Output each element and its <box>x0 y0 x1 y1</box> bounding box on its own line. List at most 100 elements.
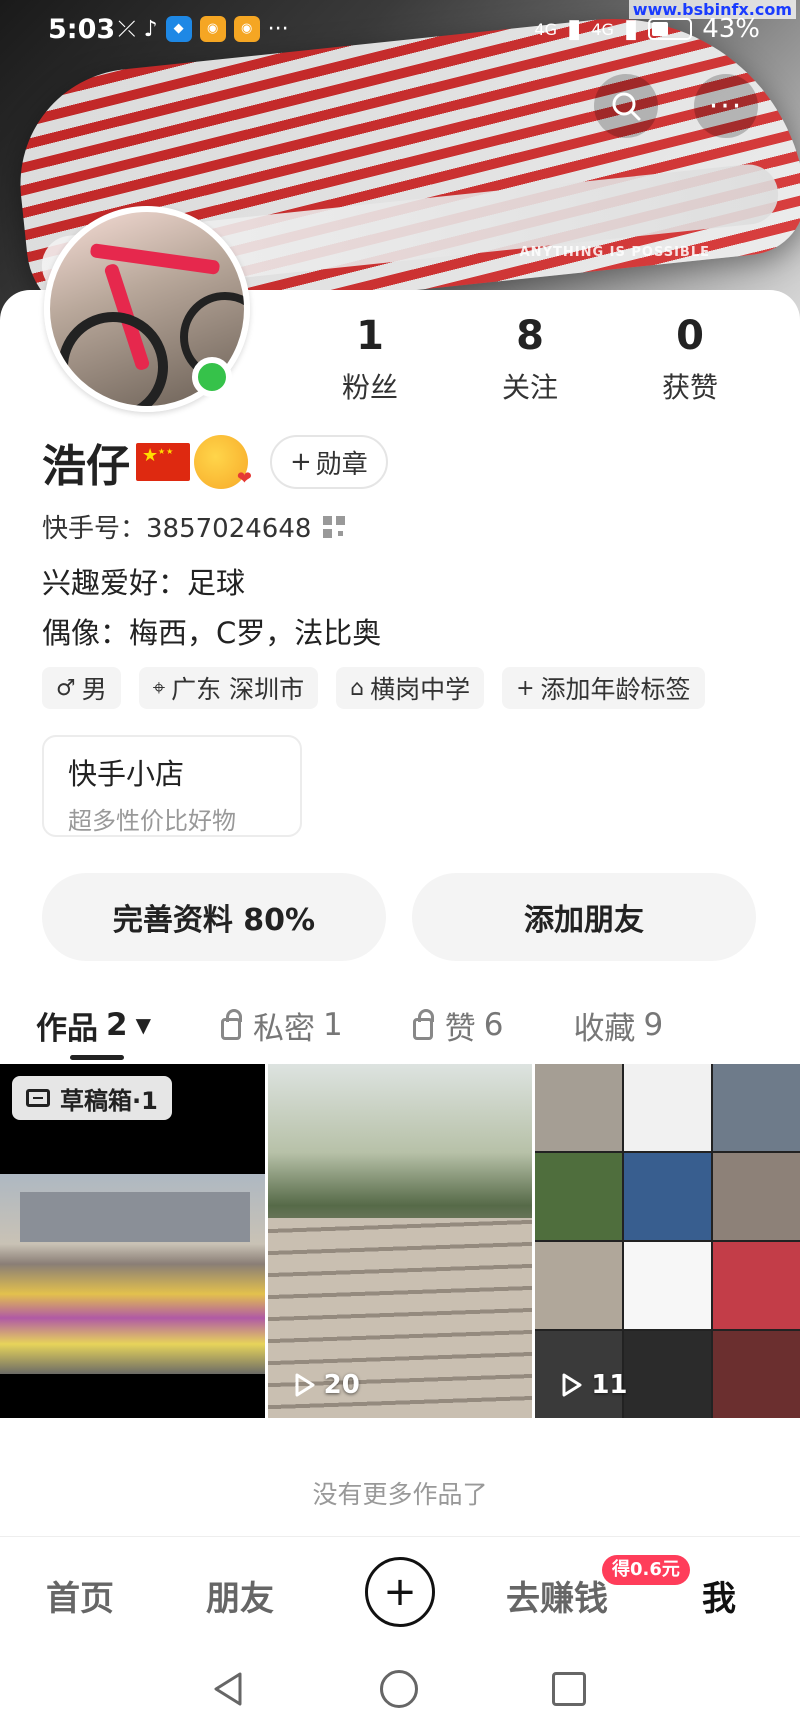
qrcode-icon[interactable] <box>323 515 346 538</box>
collage-tile <box>535 1153 623 1240</box>
shop-subtitle: 超多性价比好物 <box>68 807 236 835</box>
more-button[interactable]: ··· <box>694 74 758 138</box>
stat-followers[interactable]: 1 粉丝 <box>290 310 450 406</box>
nav-friends[interactable]: 朋友 <box>206 1571 274 1620</box>
play-icon <box>294 1372 316 1398</box>
tab-favorites[interactable]: 收藏 9 <box>573 1003 663 1048</box>
missed-call-icon: ⤫ <box>118 16 136 42</box>
nav-earn[interactable]: 去赚钱 <box>506 1571 608 1620</box>
tiktok-icon: ♪ <box>143 16 158 42</box>
tab-liked[interactable]: 赞 6 <box>412 1003 504 1048</box>
collage-tile <box>713 1331 800 1418</box>
draft-box-label: 草稿箱·1 <box>60 1086 158 1115</box>
tab-private-label: 私密 <box>252 1010 315 1047</box>
work-item-stairs[interactable]: 20 <box>267 1064 533 1418</box>
nav-me[interactable]: 我 <box>702 1571 736 1620</box>
more-icon: ··· <box>708 88 744 124</box>
shop-title: 快手小店 <box>68 757 185 791</box>
bottom-nav: 首页 朋友 + 去赚钱 得0.6元 我 <box>0 1536 800 1646</box>
tag-school[interactable]: ⌂ 横岗中学 <box>336 667 485 709</box>
tab-private-count: 1 <box>322 1007 343 1043</box>
tag-school-label: 横岗中学 <box>370 675 471 704</box>
bio-idol: 偶像：梅西，C罗，法比奥 <box>42 616 382 650</box>
lock-icon <box>220 1009 242 1040</box>
kuaishou-id-text: 快手号：3857024648 <box>42 514 312 544</box>
active-tab-indicator <box>70 1055 124 1060</box>
tab-works[interactable]: 作品 2 ▼ <box>36 1003 151 1048</box>
likes-label: 获赞 <box>661 371 718 404</box>
tag-location-label: 广东 深圳市 <box>171 675 305 704</box>
avatar-bike-wheel <box>58 312 168 406</box>
male-icon: ♂ <box>56 675 76 701</box>
tab-private[interactable]: 私密 1 <box>220 1003 343 1048</box>
works-grid: 草稿箱·1 20 11 <box>0 1064 800 1418</box>
profile-page: ANYTHING IS POSSIBLE 5:03 ⤫ ♪ ◆ ◉ ◉ ··· … <box>0 0 800 1733</box>
search-icon <box>612 92 641 121</box>
followers-label: 粉丝 <box>341 371 398 404</box>
home-circle-button[interactable] <box>380 1670 418 1708</box>
watermark: www.bsbinfx.com <box>628 0 796 19</box>
profile-actions: 完善资料 80% 添加朋友 <box>42 873 756 961</box>
play-count: 20 <box>294 1370 360 1400</box>
folder-icon <box>26 1089 50 1107</box>
tag-location[interactable]: ⌖ 广东 深圳市 <box>138 667 319 709</box>
following-count: 8 <box>516 313 544 359</box>
collage-tile <box>713 1242 800 1329</box>
back-triangle-icon <box>214 1672 242 1706</box>
bio-hobby: 兴趣爱好：足球 <box>42 566 246 600</box>
signal-bars-icon: ▮ <box>567 14 582 44</box>
create-post-button[interactable]: + <box>365 1557 435 1627</box>
status-notification-icons: ⤫ ♪ ◆ ◉ ◉ ··· <box>118 16 289 42</box>
collage-tile <box>535 1242 623 1329</box>
plus-icon: + <box>290 447 312 477</box>
draft-box-badge[interactable]: 草稿箱·1 <box>12 1076 172 1120</box>
location-pin-icon: ⌖ <box>152 675 166 701</box>
profile-tags: ♂ 男 ⌖ 广东 深圳市 ⌂ 横岗中学 + 添加年龄标签 <box>42 667 705 709</box>
kuaishou-id[interactable]: 快手号：3857024648 <box>42 508 346 545</box>
stat-likes[interactable]: 0 获赞 <box>610 310 770 406</box>
recent-apps-button[interactable] <box>552 1672 586 1706</box>
plus-icon: + <box>516 675 535 701</box>
tab-favorites-label: 收藏 <box>573 1010 636 1047</box>
back-button[interactable] <box>210 1670 248 1708</box>
tab-liked-count: 6 <box>483 1007 504 1043</box>
search-button[interactable] <box>594 74 658 138</box>
content-tabs: 作品 2 ▼ 私密 1 赞 6 收藏 9 <box>36 990 800 1060</box>
online-status-dot <box>192 357 232 397</box>
caret-down-icon: ▼ <box>135 1013 151 1037</box>
stat-following[interactable]: 8 关注 <box>450 310 610 406</box>
add-friend-button[interactable]: 添加朋友 <box>412 873 756 961</box>
battery-icon <box>648 18 693 40</box>
system-nav-bar <box>0 1646 800 1733</box>
collage-tile <box>713 1064 800 1151</box>
play-count: 11 <box>561 1370 628 1400</box>
banner-slogan: ANYTHING IS POSSIBLE <box>519 245 710 260</box>
collage-tile <box>713 1153 800 1240</box>
collage-tile <box>624 1064 712 1151</box>
tag-add-age[interactable]: + 添加年龄标签 <box>502 667 705 709</box>
weibo-icon-2: ◉ <box>233 16 260 42</box>
shield-app-icon: ◆ <box>165 16 192 42</box>
complete-profile-button[interactable]: 完善资料 80% <box>42 873 386 961</box>
nav-home[interactable]: 首页 <box>46 1571 114 1620</box>
work-item-draft[interactable]: 草稿箱·1 <box>0 1064 265 1418</box>
draft-thumbnail-building <box>20 1192 250 1242</box>
earn-reward-badge: 得0.6元 <box>602 1555 690 1585</box>
kuaishou-shop-card[interactable]: 快手小店 超多性价比好物 <box>42 735 302 837</box>
signal-icon-2: 4G <box>591 19 614 39</box>
kiss-emoji-icon <box>194 435 252 489</box>
weibo-icon: ◉ <box>199 16 226 42</box>
tag-add-age-label: 添加年龄标签 <box>540 675 691 704</box>
tab-favorites-count: 9 <box>643 1007 664 1043</box>
more-notifications-icon: ··· <box>267 16 289 42</box>
no-more-works-text: 没有更多作品了 <box>312 1480 488 1509</box>
user-name: 浩仔 <box>42 441 130 492</box>
add-badge-button[interactable]: + 勋章 <box>270 435 388 489</box>
tag-gender[interactable]: ♂ 男 <box>42 667 121 709</box>
profile-stats: 1 粉丝 8 关注 0 获赞 <box>290 310 770 406</box>
tag-gender-label: 男 <box>81 675 107 704</box>
badge-button-label: 勋章 <box>315 449 368 480</box>
work-item-collage[interactable]: 11 <box>535 1064 800 1418</box>
tabs-scroll-fade <box>760 990 800 1060</box>
status-time: 5:03 <box>48 14 116 45</box>
